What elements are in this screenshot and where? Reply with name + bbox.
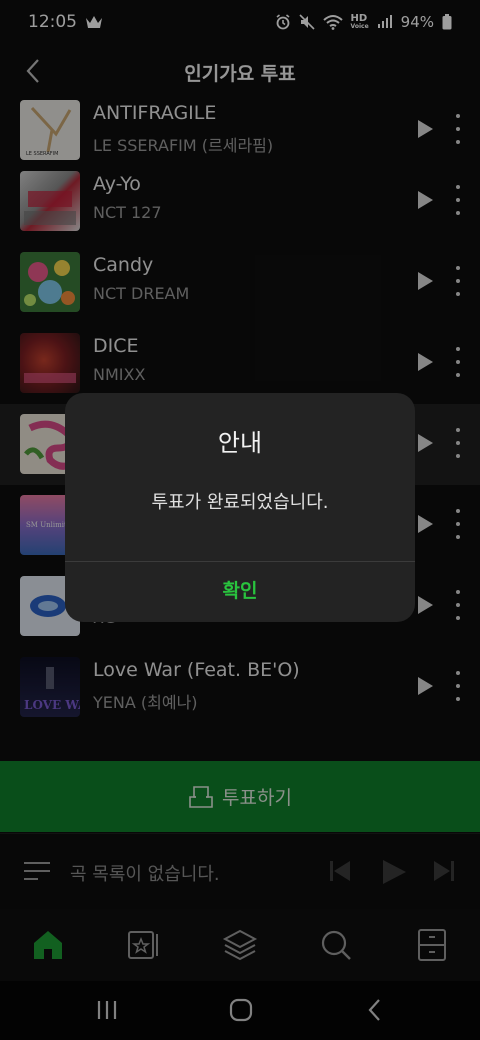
alert-dialog: 안내 투표가 완료되었습니다. 확인: [65, 393, 415, 622]
dialog-divider: [65, 561, 415, 562]
confirm-button[interactable]: 확인: [65, 576, 415, 603]
dialog-message: 투표가 완료되었습니다.: [151, 492, 329, 513]
dialog-title: 안내: [217, 429, 263, 457]
